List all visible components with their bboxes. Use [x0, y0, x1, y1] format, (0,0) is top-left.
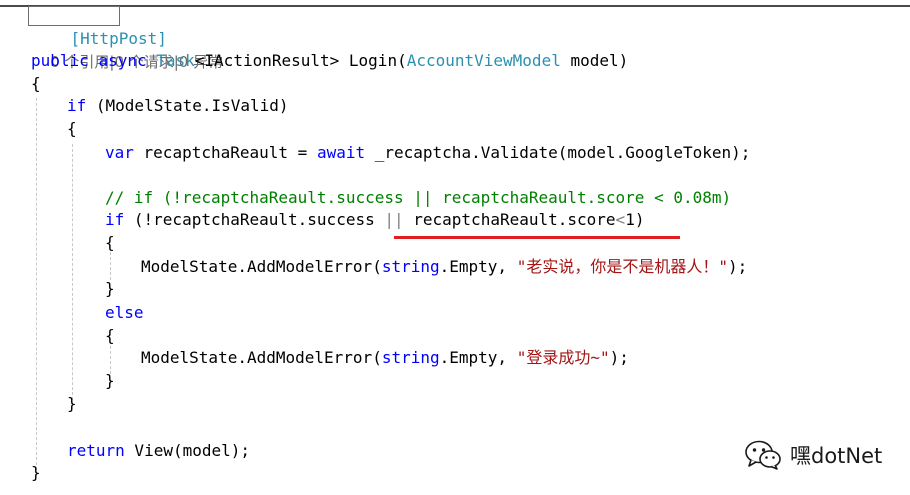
code-line-comment[interactable]: // if (!recaptchaReault.success || recap… [105, 187, 731, 209]
if-condition-a: (!recaptchaReault.success [124, 210, 385, 229]
brace: } [105, 279, 115, 298]
indent-guide [110, 252, 111, 280]
code-line-return[interactable]: return View(model); [67, 440, 250, 462]
code-editor[interactable]: [HttpPost] 0 个引用|0 个请求|0 异常 public async… [0, 0, 910, 495]
signature-generic: <IActionResult> Login( [194, 51, 407, 70]
code-line-brace-open-else[interactable]: { [105, 325, 115, 347]
brace: } [67, 394, 77, 413]
wechat-icon [745, 440, 781, 470]
keyword-if: if [105, 210, 125, 229]
code-line-brace-open-if1[interactable]: { [67, 118, 77, 140]
code-line-add-error-success[interactable]: ModelState.AddModelError(string.Empty, "… [141, 347, 629, 369]
code-line-brace-close-if2[interactable]: } [105, 278, 115, 300]
comment-text: // if (!recaptchaReault.success || recap… [105, 188, 732, 207]
brace: { [31, 74, 41, 93]
keyword-public: public [31, 51, 89, 70]
code-line-else[interactable]: else [105, 302, 144, 324]
code-line-brace-close-outer[interactable]: } [31, 462, 41, 484]
keyword-await: await [316, 143, 366, 162]
code-line-brace-close-else[interactable]: } [105, 370, 115, 392]
type-task: Task [156, 51, 195, 70]
code-line-attribute[interactable]: [HttpPost] [32, 6, 167, 48]
add-error-call: ModelState.AddModelError( [141, 257, 382, 276]
watermark-text: 嘿dotNet [790, 444, 883, 468]
keyword-else: else [105, 303, 144, 322]
if-condition: (ModelState.IsValid) [86, 96, 289, 115]
indent-guide [36, 98, 37, 470]
brace: { [67, 119, 77, 138]
string-literal-success: "登录成功~" [516, 348, 610, 367]
return-expression: View(model); [124, 441, 251, 460]
operator-or: || [384, 210, 404, 229]
brace: { [105, 233, 115, 252]
brace: } [31, 463, 41, 482]
code-line-if-valid[interactable]: if (ModelState.IsValid) [67, 95, 289, 117]
keyword-return: return [67, 441, 125, 460]
indent-guide [72, 144, 73, 400]
keyword-if: if [67, 96, 87, 115]
code-line-brace-open-if2[interactable]: { [105, 232, 115, 254]
type-account-view-model: AccountViewModel [406, 51, 561, 70]
validate-call: _recaptcha.Validate(model.GoogleToken); [365, 143, 751, 162]
code-line-brace-close-if1[interactable]: } [67, 393, 77, 415]
codelens-references[interactable]: 0 个引用|0 个请求|0 异常 [31, 29, 223, 71]
call-close: ); [727, 257, 748, 276]
add-error-call: ModelState.AddModelError( [141, 348, 382, 367]
brace: { [105, 326, 115, 345]
if-condition-b: recaptchaReault.score [403, 210, 616, 229]
string-literal-robot: "老实说，你是不是机器人！" [516, 257, 728, 276]
empty-arg: .Empty, [439, 257, 517, 276]
code-line-add-error-robot[interactable]: ModelState.AddModelError(string.Empty, "… [141, 256, 747, 278]
code-line-brace-open-outer[interactable]: { [31, 73, 41, 95]
keyword-string: string [381, 348, 440, 367]
signature-param: model) [560, 51, 629, 70]
code-line-signature[interactable]: public async Task<IActionResult> Login(A… [31, 50, 628, 72]
watermark: 嘿dotNet [744, 438, 882, 472]
var-assignment: recaptchaReault = [133, 143, 317, 162]
if-condition-c: 1) [625, 210, 645, 229]
call-close: ); [609, 348, 629, 367]
brace: } [105, 371, 115, 390]
keyword-var: var [105, 143, 134, 162]
empty-arg: .Empty, [439, 348, 517, 367]
operator-less-than: < [615, 210, 626, 229]
code-line-if-score[interactable]: if (!recaptchaReault.success || recaptch… [105, 209, 644, 231]
code-line-var-recaptcha[interactable]: var recaptchaReault = await _recaptcha.V… [105, 142, 750, 164]
red-underline-annotation [394, 236, 680, 239]
keyword-async: async [98, 51, 147, 70]
keyword-string: string [381, 257, 440, 276]
